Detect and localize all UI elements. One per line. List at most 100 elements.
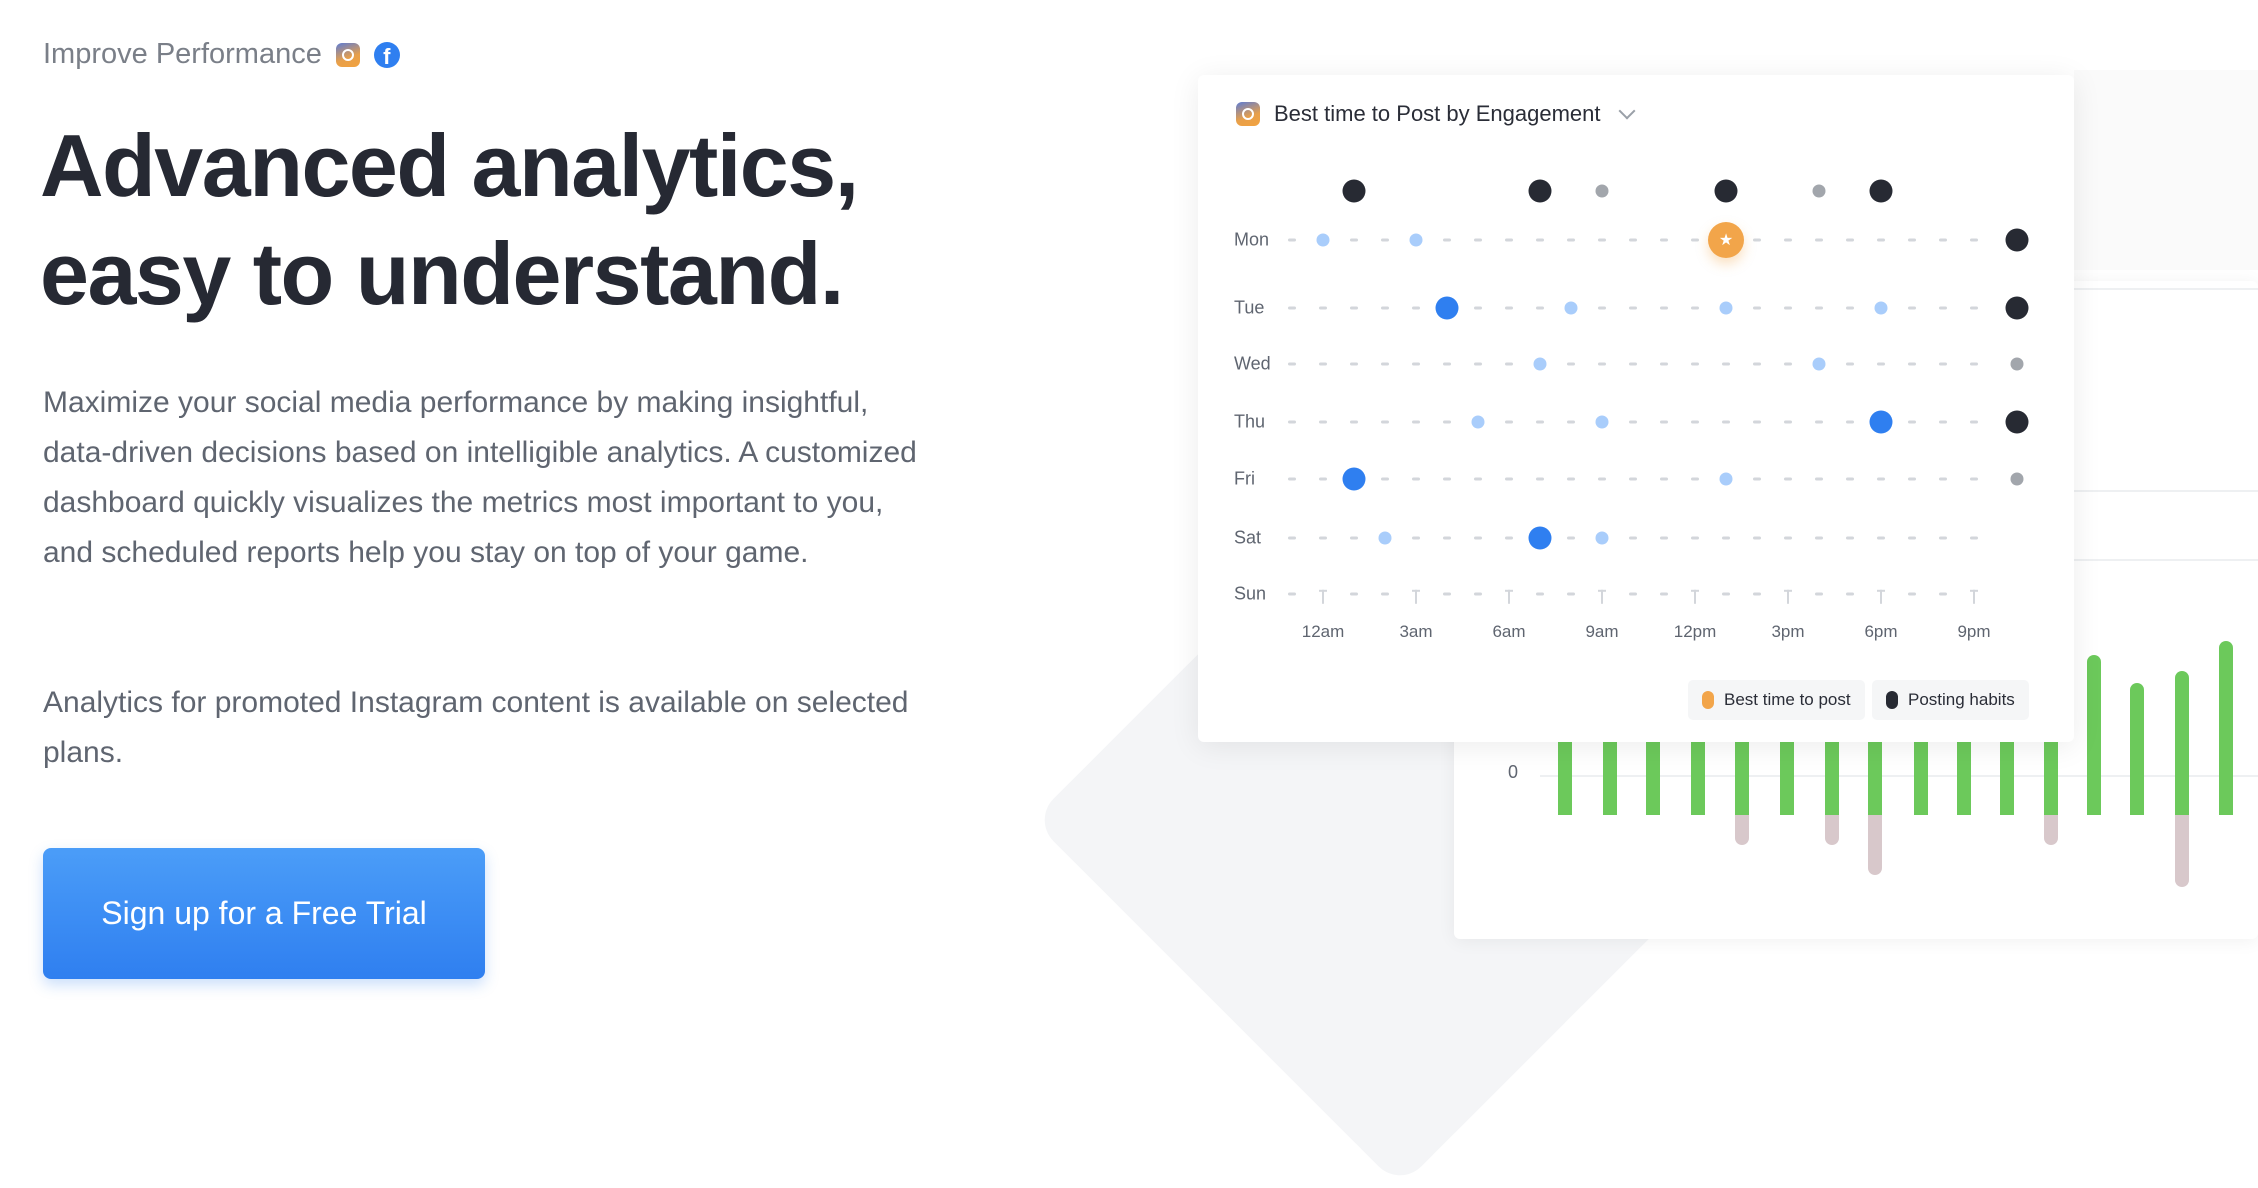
grid-dash (1660, 420, 1668, 424)
grid-dash (1753, 592, 1761, 596)
grid-dash (1939, 238, 1947, 242)
gridline (2074, 490, 2258, 492)
chart-title: Best time to Post by Engagement (1274, 101, 1601, 126)
grid-dash (1970, 420, 1978, 424)
engagement-dot (1471, 415, 1485, 429)
grid-dash (1505, 306, 1513, 310)
x-tick-mark (1970, 589, 1978, 604)
grid-dash (1598, 238, 1606, 242)
grid-dash (1660, 306, 1668, 310)
grid-dash (1350, 592, 1358, 596)
grid-dash (1784, 306, 1792, 310)
grid-dash (1877, 238, 1885, 242)
grid-dash (1381, 362, 1389, 366)
x-tick-mark (1877, 589, 1885, 604)
engagement-dot (1719, 301, 1733, 315)
grid-dash (1474, 238, 1482, 242)
grid-dash (1846, 420, 1854, 424)
grid-dash (1629, 536, 1637, 540)
grid-dash (1846, 306, 1854, 310)
grid-dash (1505, 477, 1513, 481)
grid-dash (1939, 477, 1947, 481)
x-tick-label: 3pm (1771, 622, 1805, 641)
grid-dash (1443, 592, 1451, 596)
description: Maximize your social media performance b… (43, 386, 917, 569)
grid-dash (1567, 536, 1575, 540)
title-line-1: Advanced analytics, (40, 116, 859, 215)
free-trial-button[interactable]: Sign up for a Free Trial (43, 848, 485, 979)
star-icon: ★ (1718, 232, 1734, 249)
grid-dash (1660, 536, 1668, 540)
grid-dash (1877, 362, 1885, 366)
x-tick-mark (1784, 589, 1792, 604)
grid-dash (1970, 238, 1978, 242)
legend-best-time[interactable]: Best time to post (1688, 680, 1865, 720)
chevron-down-icon[interactable] (1618, 102, 1636, 120)
grid-dash (1970, 536, 1978, 540)
engagement-dot (1435, 296, 1459, 320)
grid-dash (1350, 536, 1358, 540)
posting-habit-dot (2005, 296, 2029, 320)
grid-dash (1815, 592, 1823, 596)
grid-dash (1412, 362, 1420, 366)
page-title: Advanced analytics, easy to understand. (40, 112, 859, 328)
grid-dash (1288, 362, 1296, 366)
x-tick-mark (1505, 589, 1513, 604)
legend-posting-habits[interactable]: Posting habits (1872, 680, 2029, 720)
engagement-dot (1595, 415, 1609, 429)
instagram-icon (1236, 102, 1260, 126)
engagement-dot (1378, 531, 1392, 545)
grid-dash (1660, 238, 1668, 242)
posting-habit-dot (1869, 179, 1893, 203)
grid-dash (1505, 362, 1513, 366)
engagement-dot (1564, 301, 1578, 315)
grid-dash (1660, 592, 1668, 596)
grid-dash (1443, 362, 1451, 366)
grid-dash (1288, 477, 1296, 481)
posting-habit-dot (1714, 179, 1738, 203)
row-label-sat: Sat (1234, 527, 1262, 548)
grid-dash (1691, 536, 1699, 540)
grid-dash (1319, 420, 1327, 424)
grid-dash (1443, 477, 1451, 481)
grid-dash (1815, 536, 1823, 540)
grid-dash (1474, 306, 1482, 310)
grid-dash (1288, 306, 1296, 310)
grid-dash (1350, 420, 1358, 424)
posting-habit-dot (2005, 228, 2029, 252)
row-label-sun: Sun (1234, 583, 1267, 604)
grid-dash (1846, 362, 1854, 366)
bar-positive (2219, 641, 2233, 815)
grid-dash (1474, 592, 1482, 596)
instagram-icon (335, 42, 360, 67)
grid-dash (1350, 362, 1358, 366)
posting-habit-dot (2005, 410, 2029, 434)
y-tick-label: 0 (1508, 762, 1519, 782)
best-time-dot: ★ (1708, 222, 1744, 258)
grid-dash (1567, 238, 1575, 242)
grid-dash (1567, 420, 1575, 424)
grid-dash (1567, 477, 1575, 481)
grid-dash (1753, 238, 1761, 242)
grid-dash (1381, 477, 1389, 481)
bar-negative (1735, 815, 1749, 845)
grid-dash (1908, 536, 1916, 540)
gridline (2074, 288, 2258, 290)
grid-dash (1412, 420, 1420, 424)
grid-dash (1908, 306, 1916, 310)
chart-selector[interactable]: Best time to Post by Engagement (1236, 101, 1636, 127)
grid-dash (1908, 477, 1916, 481)
grid-dash (1319, 306, 1327, 310)
grid-dash (1567, 362, 1575, 366)
grid-dash (1629, 420, 1637, 424)
bar-positive (2087, 655, 2101, 815)
posting-habit-dot (1528, 179, 1552, 203)
grid-dash (1939, 420, 1947, 424)
grid-dash (1567, 592, 1575, 596)
grid-dash (1443, 238, 1451, 242)
grid-dash (1474, 477, 1482, 481)
grid-dash (1505, 536, 1513, 540)
posting-habit-dot (1342, 179, 1366, 203)
x-tick-label: 9am (1585, 622, 1619, 641)
grid-dash (1598, 477, 1606, 481)
